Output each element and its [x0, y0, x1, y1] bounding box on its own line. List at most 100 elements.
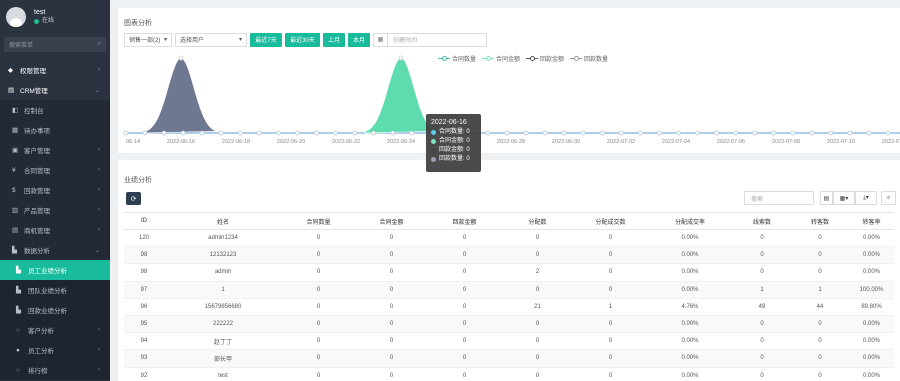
- sidebar-item-10[interactable]: ▙ 员工业绩分析: [0, 260, 110, 280]
- table-cell: 0: [501, 246, 574, 265]
- advanced-search-button[interactable]: ⌕: [881, 191, 896, 205]
- sidebar-item-4[interactable]: ▣ 客户管理 ‹: [0, 140, 110, 160]
- table-cell: 0: [428, 332, 501, 351]
- sidebar-item-13[interactable]: ○ 客户分析 ‹: [0, 320, 110, 340]
- x-tick-label: 2022-07-04: [662, 139, 690, 145]
- table-cell: 0: [428, 263, 501, 282]
- table-cell: 赵丁丁: [164, 332, 282, 351]
- table-cell: 21: [501, 298, 574, 316]
- sidebar-item-1[interactable]: ▤ CRM管理 ⌄: [0, 80, 110, 100]
- sidebar-search-input[interactable]: 搜索菜单 ⌕: [4, 37, 106, 52]
- column-header[interactable]: 分配成交率: [647, 212, 733, 230]
- table-cell: admin1234: [164, 229, 282, 248]
- table-cell: 92: [124, 367, 164, 381]
- export-button[interactable]: ⤓▾: [855, 191, 877, 205]
- table-cell: 0.00%: [849, 246, 894, 265]
- table-cell: 0: [501, 332, 574, 351]
- table-cell: 1: [791, 281, 849, 299]
- table-row[interactable]: 96 15679856680 0 0 0 21 1 4.76% 49 44 89.80%: [124, 298, 894, 316]
- tooltip-row-text: 合同金额: 0: [439, 138, 470, 144]
- sidebar-item-2[interactable]: ◧ 控制台: [0, 100, 110, 120]
- column-header[interactable]: 转客率: [849, 212, 894, 230]
- table-row[interactable]: 95 222222 0 0 0 0 0 0.00% 0 0 0.00%: [124, 315, 894, 334]
- table-cell: 0.00%: [647, 332, 733, 351]
- toggle-view-button[interactable]: ▤: [820, 191, 833, 205]
- sidebar-item-5[interactable]: ¥ 合同管理 ‹: [0, 160, 110, 180]
- table-cell: 0: [791, 315, 849, 334]
- dashboard-icon: ◧: [12, 107, 19, 114]
- column-header[interactable]: 转客数: [791, 212, 849, 230]
- table-cell: 0: [733, 263, 791, 282]
- group-icon: ◆: [8, 67, 13, 74]
- table-cell: 0: [733, 246, 791, 265]
- table-row[interactable]: 94 赵丁丁 0 0 0 0 0 0.00% 0 0 0.00%: [124, 332, 894, 351]
- table-row[interactable]: 92 test 0 0 0 0 0 0.00% 0 0 0.00%: [124, 367, 894, 381]
- table-cell: 0.00%: [849, 263, 894, 282]
- data-point: [828, 130, 834, 136]
- user-info: test 在线: [34, 8, 54, 26]
- data-point: [542, 130, 548, 136]
- table-cell: 94: [124, 332, 164, 351]
- list-icon: ▤: [8, 87, 15, 94]
- data-point: [275, 130, 281, 136]
- sidebar-item-15[interactable]: ○ 排行榜 ‹: [0, 360, 110, 380]
- sidebar-item-14[interactable]: ● 员工分析 ‹: [0, 340, 110, 360]
- chevron-left-icon: ‹: [98, 347, 100, 353]
- sidebar-item-7[interactable]: ▥ 产品管理 ‹: [0, 200, 110, 220]
- data-point: [580, 130, 586, 136]
- table-row[interactable]: 93 部长甲 0 0 0 0 0 0.00% 0 0 0.00%: [124, 349, 894, 368]
- sidebar-item-label: 待办事项: [24, 128, 50, 135]
- table-row[interactable]: 98 admin 0 0 0 2 0 0.00% 0 0 0.00%: [124, 263, 894, 282]
- table-cell: 0.00%: [647, 281, 733, 299]
- x-tick-label: 2022-07-02: [607, 139, 635, 145]
- user-status-text: 在线: [42, 18, 55, 24]
- table-cell: 0: [574, 246, 647, 265]
- column-header[interactable]: 姓名: [164, 212, 282, 230]
- tooltip-row: 回款金额: 0: [431, 146, 476, 155]
- sidebar-item-11[interactable]: ▙ 团队业绩分析: [0, 280, 110, 300]
- chevron-left-icon: ‹: [98, 187, 100, 193]
- columns-button[interactable]: ▦▾: [833, 191, 855, 205]
- sidebar-item-label: 团队业绩分析: [28, 288, 67, 295]
- column-header[interactable]: ID: [124, 212, 164, 230]
- table-row[interactable]: 97 1 0 0 0 0 0 0.00% 1 1 100.00%: [124, 281, 894, 299]
- column-header[interactable]: 线索数: [733, 212, 791, 230]
- sidebar-item-0[interactable]: ◆ 权限管理 ‹: [0, 60, 110, 80]
- sidebar-item-12[interactable]: ▙ 回款业绩分析: [0, 300, 110, 320]
- table-search-input[interactable]: 搜索: [744, 191, 814, 205]
- data-point: [657, 130, 662, 136]
- search-icon[interactable]: ⌕: [98, 41, 101, 48]
- sidebar-item-9[interactable]: ▙ 数据分析 ⌄: [0, 240, 110, 260]
- table-row[interactable]: 120 admin1234 0 0 0 0 0 0.00% 0 0 0.00%: [124, 229, 894, 248]
- table-cell: test: [164, 367, 282, 381]
- column-header[interactable]: 合同金额: [355, 212, 428, 230]
- data-point: [237, 130, 243, 136]
- table-row[interactable]: 98 12132123 0 0 0 0 0 0.00% 0 0 0.00%: [124, 246, 894, 265]
- column-header[interactable]: 回款金额: [428, 212, 501, 230]
- table-cell: 0: [428, 281, 501, 299]
- sidebar-item-label: 控制台: [24, 108, 44, 115]
- table-cell: 222222: [164, 315, 282, 334]
- column-header[interactable]: 合同数量: [282, 212, 355, 230]
- table-cell: 100.00%: [849, 281, 894, 299]
- data-point: [790, 130, 796, 136]
- table-cell: 0: [733, 367, 791, 381]
- refresh-button[interactable]: ⟳: [126, 192, 141, 205]
- table-cell: 0.00%: [647, 246, 733, 265]
- ranking-icon: ○: [16, 366, 20, 374]
- sidebar-item-8[interactable]: ▤ 商机管理 ‹: [0, 220, 110, 240]
- table-cell: 97: [124, 281, 164, 299]
- sidebar-item-label: 回款业绩分析: [28, 308, 67, 315]
- table-cell: 0: [574, 332, 647, 351]
- table-cell: 2: [501, 263, 574, 282]
- column-header[interactable]: 分配数: [501, 212, 574, 230]
- export-icon: ⤓▾: [863, 195, 869, 201]
- table-cell: 0: [574, 229, 647, 248]
- table-cell: 0: [501, 367, 574, 381]
- avatar[interactable]: [6, 7, 26, 27]
- sidebar-item-label: CRM管理: [20, 88, 48, 95]
- sidebar-item-3[interactable]: ▦ 待办事项: [0, 120, 110, 140]
- sidebar-item-6[interactable]: $ 回款管理 ‹: [0, 180, 110, 200]
- column-header[interactable]: 分配成交数: [574, 212, 647, 230]
- data-point: [504, 130, 510, 136]
